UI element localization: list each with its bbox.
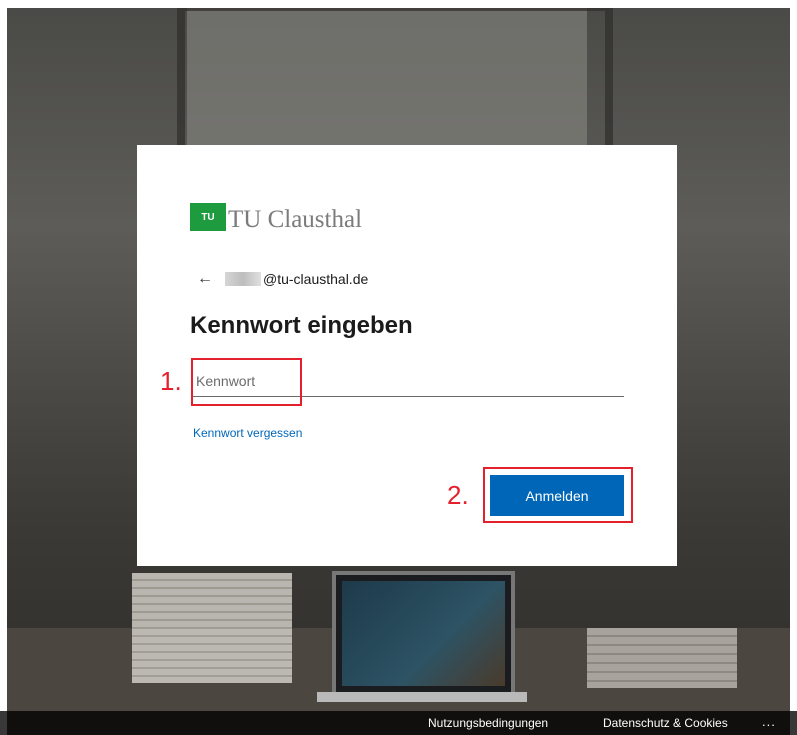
highlight-password bbox=[191, 358, 302, 406]
account-identity: ← @tu-clausthal.de bbox=[197, 270, 368, 288]
book-stack bbox=[132, 573, 292, 683]
highlight-signin bbox=[483, 467, 633, 523]
footer-bar: Nutzungsbedingungen Datenschutz & Cookie… bbox=[0, 711, 797, 735]
laptop bbox=[332, 571, 515, 696]
step-2-label: 2. bbox=[447, 480, 469, 510]
logo-mark-icon: TU bbox=[190, 203, 226, 231]
forgot-password-link[interactable]: Kennwort vergessen bbox=[193, 426, 302, 440]
paper-stack bbox=[587, 628, 737, 688]
redacted-username bbox=[225, 272, 261, 286]
page-title: Kennwort eingeben bbox=[190, 312, 413, 339]
organization-logo: TU TU Clausthal bbox=[190, 203, 363, 233]
terms-link[interactable]: Nutzungsbedingungen bbox=[428, 716, 548, 730]
logo-name: TU Clausthal bbox=[228, 206, 363, 233]
more-options-icon[interactable]: ... bbox=[762, 714, 776, 729]
laptop-base bbox=[317, 692, 527, 702]
laptop-screen bbox=[342, 581, 505, 686]
step-1-label: 1. bbox=[160, 366, 182, 396]
privacy-link[interactable]: Datenschutz & Cookies bbox=[603, 716, 728, 730]
arrow-left-icon[interactable]: ← bbox=[197, 270, 213, 288]
account-email: @tu-clausthal.de bbox=[263, 271, 369, 287]
